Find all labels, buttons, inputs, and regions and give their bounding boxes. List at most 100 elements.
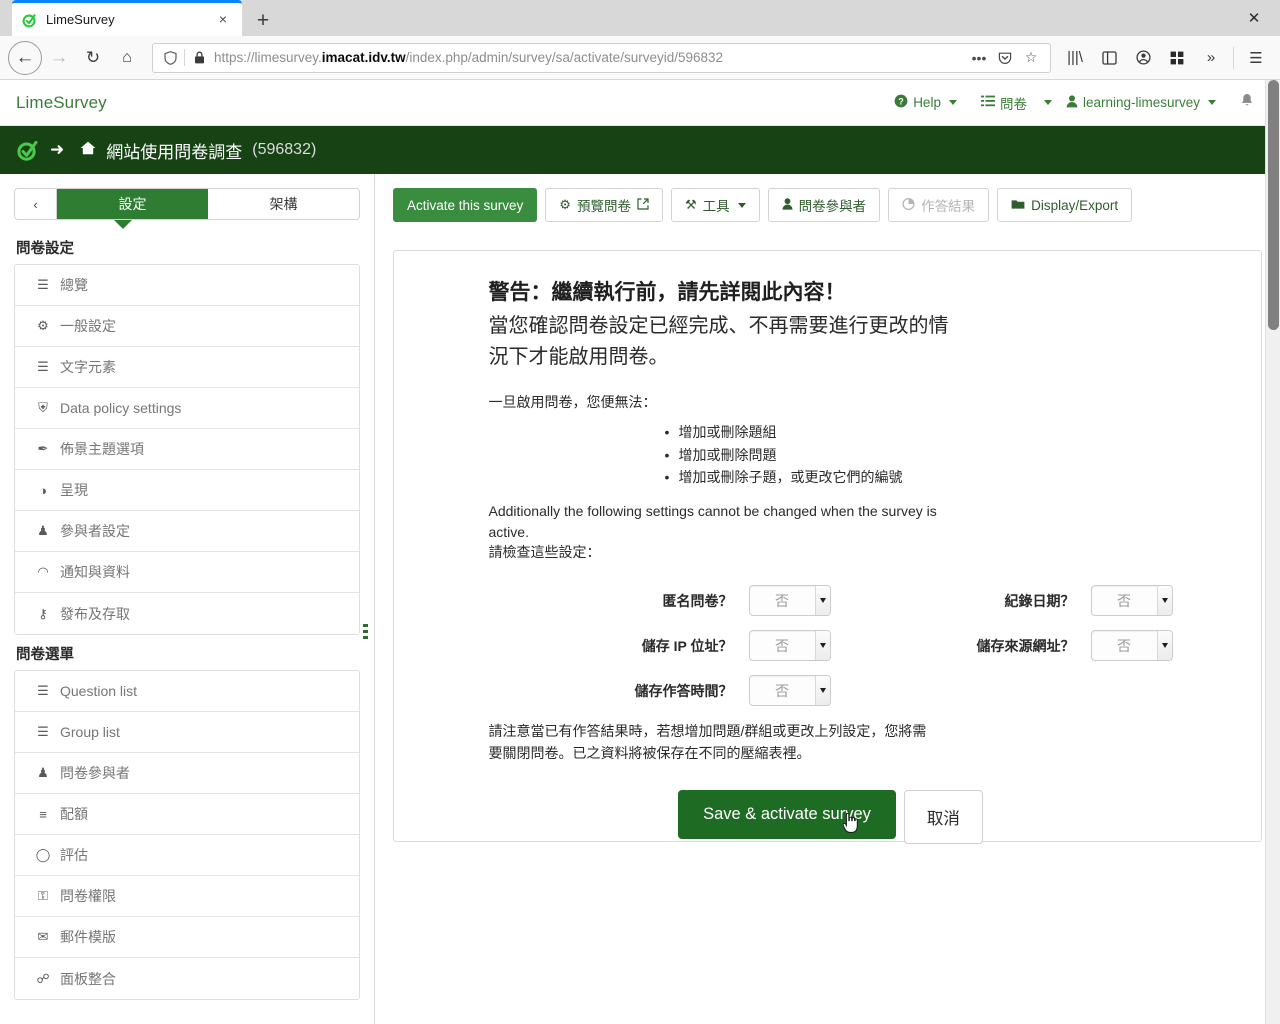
user-menu[interactable]: learning-limesurvey	[1056, 89, 1226, 117]
sidebar-item-email-templates[interactable]: ✉ 郵件模版	[15, 917, 359, 958]
sidebar-item-label: 郵件模版	[60, 929, 116, 945]
chevron-down-icon	[737, 202, 746, 208]
home-button[interactable]: ⌂	[110, 41, 144, 75]
app-top-navigation: ? Help 問卷 learning-limesurvey	[884, 87, 1264, 119]
sidebar-item-survey-participants[interactable]: ♟ 問卷參與者	[15, 753, 359, 794]
save-ip-select[interactable]: 否	[748, 630, 831, 662]
save-timings-select[interactable]: 否	[748, 675, 831, 707]
sidebar-item-label: 評估	[60, 847, 88, 863]
tab-close-icon[interactable]: ×	[214, 11, 232, 29]
sidebar-item-publication-access[interactable]: ⚷ 發布及存取	[15, 593, 359, 634]
shield-icon[interactable]	[159, 50, 181, 65]
extensions-icon[interactable]	[1161, 42, 1193, 74]
sidebar-item-overview[interactable]: ☰ 總覽	[15, 265, 359, 306]
sidebar-item-label: Data policy settings	[60, 400, 182, 416]
folder-icon	[1011, 198, 1025, 213]
save-referrer-select[interactable]: 否	[1090, 630, 1173, 662]
page-scrollbar-thumb[interactable]	[1268, 80, 1279, 330]
urlbar-separator	[184, 49, 185, 66]
sidebar-item-notifications-data[interactable]: ◠ 通知與資料	[15, 552, 359, 593]
preview-survey-button[interactable]: ⚙ 預覽問卷	[545, 188, 663, 222]
page-scrollbar[interactable]	[1265, 80, 1280, 1024]
restrictions-list: 增加或刪除題組 增加或刪除問題 增加或刪除子題，或更改它們的編號	[489, 421, 1173, 489]
anonymous-select[interactable]: 否	[748, 585, 831, 617]
limesurvey-logo-icon[interactable]	[16, 138, 40, 162]
sidebar-item-group-list[interactable]: ☰ Group list	[15, 712, 359, 753]
sidebar-tab-group: ‹ 設定 架構	[14, 188, 360, 220]
sidebar-item-presentation[interactable]: ◑ 呈現	[15, 470, 359, 511]
sidebar-collapse-button[interactable]: ‹	[15, 189, 57, 219]
sidebar-item-survey-permissions[interactable]: ⚿ 問卷權限	[15, 876, 359, 917]
cancel-button[interactable]: 取消	[903, 790, 983, 845]
setting-label: 儲存作答時間？	[634, 682, 733, 699]
active-tab-pointer	[114, 220, 132, 229]
home-icon[interactable]	[80, 141, 96, 159]
sidebar-item-label: 一般設定	[60, 318, 116, 334]
sidebar-icon[interactable]	[1093, 42, 1125, 74]
window-close-button[interactable]: ✕	[1234, 0, 1274, 36]
sidebar-item-text-elements[interactable]: ☰ 文字元素	[15, 347, 359, 388]
survey-id: (596832)	[252, 141, 317, 158]
sidebar-item-participant-settings[interactable]: ♟ 參與者設定	[15, 511, 359, 552]
key-icon: ⚷	[38, 605, 48, 621]
account-icon[interactable]	[1127, 42, 1159, 74]
sidebar-item-label: Group list	[60, 724, 120, 740]
display-export-button[interactable]: Display/Export	[997, 188, 1133, 222]
select-value: 否	[1117, 592, 1131, 609]
sidebar-item-quotas[interactable]: ≡ 配額	[15, 794, 359, 835]
chevron-down-icon	[814, 676, 830, 706]
survey-name: 網站使用問卷調查	[106, 142, 243, 162]
display-export-button-label: Display/Export	[1031, 197, 1119, 213]
app-topbar: LimeSurvey ? Help 問卷 learning-limesurvey	[0, 80, 1280, 126]
additional-note-zh: 請檢查這些設定：	[488, 544, 601, 561]
sidebar-tab-structure[interactable]: 架構	[208, 189, 359, 219]
participants-button-label: 問卷參與者	[798, 199, 867, 214]
select-value: 否	[1117, 637, 1131, 654]
lock-icon[interactable]	[188, 51, 210, 64]
bookmark-star-icon[interactable]: ☆	[1018, 45, 1044, 71]
reload-button[interactable]: ↻	[76, 41, 110, 75]
sidebar-item-label: 問卷權限	[60, 888, 116, 904]
sidebar-tab-settings[interactable]: 設定	[57, 189, 208, 219]
sidebar-item-general-settings[interactable]: ⚙ 一般設定	[15, 306, 359, 347]
browser-tab-limesurvey[interactable]: LimeSurvey ×	[12, 0, 242, 36]
page-actions-icon[interactable]: •••	[966, 45, 992, 71]
eye-slash-icon: ◑	[39, 482, 47, 498]
url-bar[interactable]: https://limesurvey.imacat.idv.tw/index.p…	[152, 42, 1051, 73]
pocket-icon[interactable]	[992, 45, 1018, 71]
datestamp-select[interactable]: 否	[1090, 585, 1173, 617]
setting-label: 匿名問卷？	[662, 592, 733, 609]
surveys-chevron-down-icon[interactable]	[1043, 100, 1052, 105]
notification-bell-icon[interactable]	[1230, 87, 1264, 118]
hamburger-menu-icon[interactable]: ☰	[1240, 42, 1272, 74]
closure-note: 請注意當已有作答結果時，若想增加問題/群組或更改上列設定，您將需要關閉問卷。已之…	[488, 723, 927, 762]
sidebar-item-label: 發布及存取	[60, 605, 130, 622]
sidebar-item-assessments[interactable]: ◯ 評估	[15, 835, 359, 876]
activate-button-label: Activate this survey	[407, 197, 524, 213]
tools-button[interactable]: ⚒ 工具	[670, 188, 760, 222]
forward-button[interactable]: →	[42, 41, 76, 75]
sidebar-item-data-policy-settings[interactable]: ⛨ Data policy settings	[15, 388, 359, 429]
sidebar-item-question-list[interactable]: ☰ Question list	[15, 671, 359, 712]
surveys-menu[interactable]: 問卷	[971, 87, 1037, 119]
sidebar-item-theme-options[interactable]: ✒ 佈景主題選項	[15, 429, 359, 470]
sidebar-drag-handle[interactable]	[363, 624, 368, 642]
preview-button-label: 預覽問卷	[576, 199, 631, 214]
library-icon[interactable]: |||\	[1059, 42, 1091, 74]
sidebar-list-survey-menu: ☰ Question list ☰ Group list ♟ 問卷參與者 ≡ 配…	[14, 670, 360, 1000]
sidebar-item-label: 總覽	[60, 277, 88, 293]
main-content: Activate this survey ⚙ 預覽問卷 ⚒ 工具 問卷參與者 作…	[375, 174, 1280, 1024]
survey-participants-button[interactable]: 問卷參與者	[767, 188, 881, 222]
url-domain: imacat.idv.tw	[321, 50, 406, 65]
overflow-chevron-icon[interactable]: »	[1195, 42, 1227, 74]
help-menu[interactable]: ? Help	[884, 88, 967, 117]
chevron-down-icon	[814, 586, 830, 616]
activate-this-survey-button[interactable]: Activate this survey	[393, 188, 538, 222]
new-tab-button[interactable]: +	[246, 6, 280, 36]
save-and-activate-survey-button[interactable]: Save & activate survey	[678, 790, 896, 840]
sidebar-item-panel-integration[interactable]: ☍ 面板整合	[15, 958, 359, 999]
limesurvey-brand[interactable]: LimeSurvey	[16, 93, 107, 113]
setting-anonymous: 匿名問卷？ 否	[489, 585, 831, 617]
back-button[interactable]: ←	[8, 40, 42, 75]
additional-settings-note: Additionally the following settings cann…	[489, 501, 939, 563]
